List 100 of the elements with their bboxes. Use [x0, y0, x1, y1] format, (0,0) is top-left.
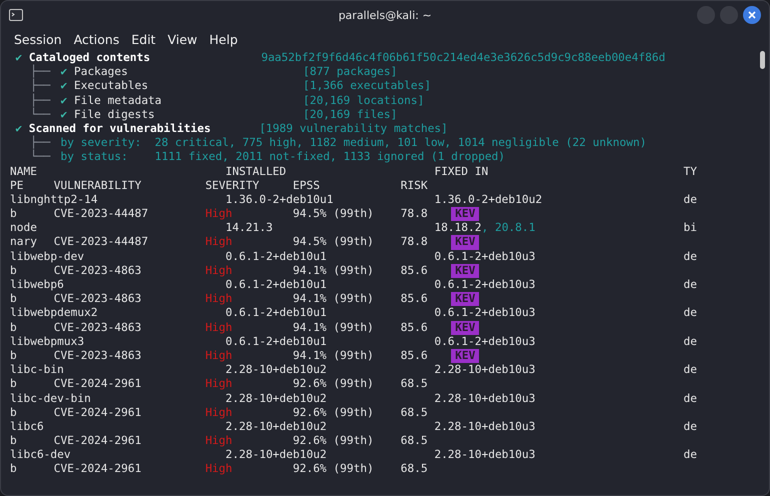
epss-text: 92.6% (99th) — [292, 377, 374, 392]
column-header: INSTALLED — [226, 164, 286, 179]
package-name: libwebp6 — [10, 278, 64, 292]
check-icon: ✔ — [15, 122, 22, 136]
type-text: de — [684, 250, 698, 264]
fixed-version: 0.6.1-2+deb10u3 — [434, 334, 536, 348]
menu-item[interactable]: Session — [14, 32, 62, 46]
vulnerability-id: CVE-2023-4863 — [54, 320, 142, 335]
scrollbar-thumb[interactable] — [760, 51, 765, 69]
column-header: PE — [10, 178, 24, 193]
package-name: libwebpdemux2 — [10, 306, 98, 321]
check-icon: ✔ — [15, 51, 22, 66]
menu-item[interactable]: Actions — [74, 32, 120, 46]
type-text: b — [10, 348, 17, 364]
kev-tag: KEV — [451, 348, 480, 364]
item-label: File metadata — [74, 94, 162, 108]
type-text: b — [10, 434, 17, 448]
type-text: de — [684, 420, 698, 434]
risk-score: 78.8 — [400, 235, 428, 250]
epss-text: 94.1% (99th) — [292, 264, 374, 278]
column-header: RISK — [400, 178, 428, 193]
installed-version: 2.28-10+deb10u2 — [226, 448, 327, 462]
section-title: Scanned for vulnerabilities — [28, 122, 211, 136]
epss-text: 92.6% (99th) — [292, 434, 374, 448]
severity-text: High — [205, 292, 232, 306]
item-label: Executables — [74, 79, 148, 94]
tree-branch: ├── — [30, 79, 50, 94]
type-text: de — [684, 306, 698, 321]
column-header: SEVERITY — [205, 178, 260, 193]
menu-item[interactable]: Help — [209, 32, 238, 46]
installed-version: 0.6.1-2+deb10u1 — [226, 250, 327, 264]
severity-text: High — [205, 235, 232, 250]
item-count: [1,366 executables] — [302, 79, 431, 94]
package-name: libnghttp2-14 — [10, 192, 98, 208]
tree-branch: └── — [30, 150, 50, 165]
type-text: de — [684, 392, 698, 406]
menu-item[interactable]: View — [168, 32, 198, 46]
package-name: libc-dev-bin — [10, 392, 91, 406]
item-count: [20,169 files] — [302, 108, 398, 122]
package-name: libc6-dev — [10, 448, 71, 462]
fixed-version: 18.18.2 — [434, 221, 482, 234]
vulnerability-id: CVE-2023-4863 — [54, 292, 142, 306]
epss-text: 94.5% (99th) — [292, 235, 374, 250]
item-label: File digests — [74, 108, 155, 122]
tree-branch: ├── — [30, 94, 50, 108]
column-header: EPSS — [292, 178, 320, 193]
risk-score: 68.5 — [400, 377, 428, 392]
severity-text: High — [205, 434, 232, 448]
installed-version: 0.6.1-2+deb10u1 — [226, 334, 327, 349]
close-icon — [748, 11, 756, 19]
type-text: de — [684, 363, 698, 378]
fixed-version: 2.28-10+deb10u3 — [434, 363, 536, 376]
check-icon: ✔ — [60, 79, 68, 94]
column-header: VULNERABILITY — [54, 178, 142, 193]
stat-label: by severity: — [60, 136, 142, 150]
package-name: libwebp-dev — [10, 250, 84, 264]
installed-version: 1.36.0-2+deb10u1 — [226, 192, 334, 208]
installed-version: 2.28-10+deb10u2 — [226, 420, 327, 434]
vulnerability-id: CVE-2023-44487 — [54, 235, 148, 250]
installed-version: 2.28-10+deb10u2 — [226, 363, 327, 378]
type-text: b — [10, 462, 17, 477]
fixed-version: 0.6.1-2+deb10u3 — [434, 306, 536, 320]
risk-score: 68.5 — [400, 406, 428, 420]
package-name: libwebpmux3 — [10, 334, 84, 349]
fixed-version: 0.6.1-2+deb10u3 — [434, 278, 536, 291]
terminal-icon[interactable] — [9, 9, 23, 21]
menu-item[interactable]: Edit — [131, 32, 156, 46]
match-count: [1989 vulnerability matches] — [259, 122, 448, 136]
installed-version: 0.6.1-2+deb10u1 — [226, 306, 327, 321]
tree-branch: ├── — [30, 65, 50, 78]
type-text: bi — [684, 221, 698, 236]
hash-text: 9aa52bf2f9f6d46c4f06b61f50c214ed4e3e3626c5d9c9c88eeb00e4f86d — [261, 51, 666, 66]
installed-version: 2.28-10+deb10u2 — [226, 392, 327, 406]
type-text: b — [10, 406, 17, 420]
epss-text: 94.1% (99th) — [292, 348, 374, 364]
item-count: [20,169 locations] — [302, 94, 424, 108]
fixed-version: 0.6.1-2+deb10u3 — [434, 250, 536, 263]
tree-branch: └── — [30, 108, 50, 122]
severity-text: High — [205, 320, 232, 335]
column-header: TY — [684, 164, 698, 179]
check-icon: ✔ — [60, 94, 68, 108]
item-label: Packages — [74, 65, 128, 80]
risk-score: 85.6 — [400, 264, 428, 278]
check-icon: ✔ — [60, 65, 68, 80]
vulnerability-id: CVE-2024-2961 — [54, 377, 142, 392]
stat-value: 1111 fixed, 2011 not-fixed, 1133 ignored (1 dropped) — [154, 150, 506, 165]
severity-text: High — [205, 462, 232, 477]
package-name: libc6 — [10, 420, 44, 434]
risk-score: 78.8 — [400, 207, 428, 222]
epss-text: 94.1% (99th) — [292, 320, 374, 335]
type-text: b — [10, 264, 17, 278]
vulnerability-id: CVE-2024-2961 — [54, 462, 142, 477]
close-button[interactable] — [743, 6, 761, 24]
type-text: de — [684, 334, 698, 349]
column-header: FIXED IN — [434, 164, 488, 179]
window-title: parallels@kali: ~ — [338, 8, 432, 22]
risk-score: 85.6 — [400, 320, 428, 335]
fixed-version: , 20.8.1 — [481, 221, 536, 234]
vulnerability-id: CVE-2024-2961 — [54, 434, 142, 448]
package-name: node — [10, 221, 37, 236]
